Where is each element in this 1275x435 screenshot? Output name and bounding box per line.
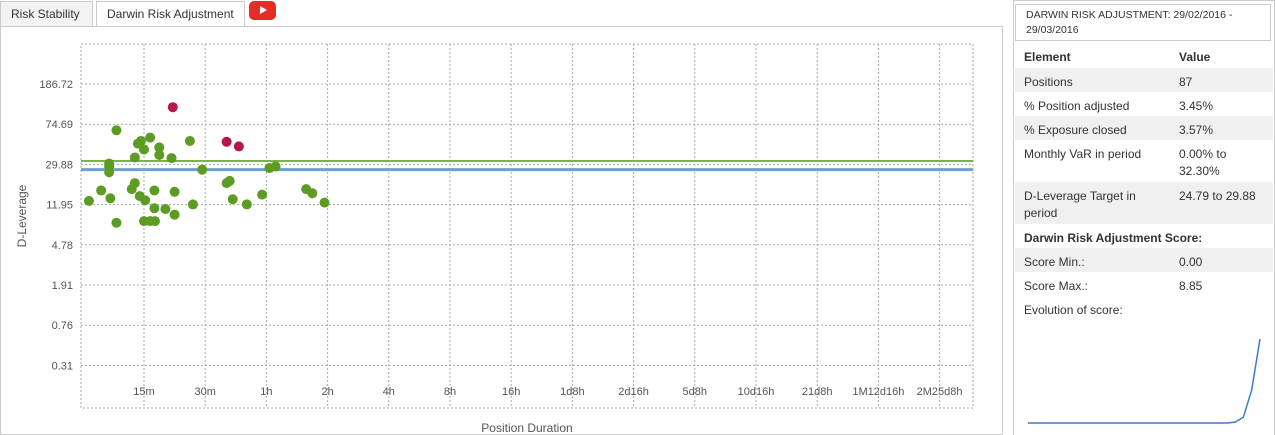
- x-tick-label: 21d8h: [802, 386, 833, 398]
- normal-point: [154, 150, 165, 161]
- evolution-row: Evolution of score:: [1015, 296, 1273, 320]
- normal-point: [257, 189, 268, 200]
- table-row: % Exposure closed 3.57%: [1015, 116, 1273, 140]
- normal-point: [227, 194, 238, 205]
- y-tick-label: 74.69: [45, 119, 73, 131]
- normal-point: [150, 216, 161, 227]
- normal-point: [187, 199, 198, 210]
- header-value: Value: [1179, 50, 1211, 64]
- chart-panel: 186.72 74.69 29.88 11.95 4.78 1.91 0.76 0.31 15m…: [0, 26, 1003, 435]
- y-tick-label: 4.78: [52, 240, 73, 252]
- y-axis-label: D-Leverage: [15, 184, 29, 247]
- score-title: Darwin Risk Adjustment Score:: [1024, 231, 1203, 245]
- x-tick-label: 15m: [133, 386, 154, 398]
- y-tick-label: 186.72: [39, 79, 73, 91]
- row-value: 0.00% to 32.30%: [1179, 147, 1227, 178]
- score-min-value: 0.00: [1179, 255, 1203, 269]
- normal-point: [105, 193, 116, 204]
- normal-point: [169, 209, 180, 220]
- score-evolution-sparkline: [1028, 338, 1261, 424]
- youtube-play-icon[interactable]: [249, 1, 276, 20]
- x-tick-label: 1M12d16h: [852, 386, 904, 398]
- tab-darwin-risk-adjustment[interactable]: Darwin Risk Adjustment: [96, 1, 245, 28]
- normal-point: [166, 153, 177, 164]
- x-tick-label: 2h: [321, 386, 333, 398]
- score-max-value: 8.85: [1179, 279, 1203, 293]
- normal-point: [149, 185, 160, 196]
- normal-point: [149, 203, 160, 214]
- normal-point: [140, 195, 151, 206]
- score-evolution-line: [1028, 338, 1261, 424]
- row-label: % Exposure closed: [1024, 123, 1127, 137]
- y-tick-label: 0.76: [52, 320, 73, 332]
- y-tick-label: 29.88: [45, 159, 73, 171]
- normal-point: [270, 161, 281, 172]
- x-tick-label: 2d16h: [618, 386, 649, 398]
- normal-point: [307, 188, 318, 199]
- row-value: 3.57%: [1179, 123, 1214, 137]
- adjusted-point: [221, 136, 232, 147]
- normal-point: [111, 125, 122, 136]
- table-row: D-Leverage Target in period 24.79 to 29.…: [1015, 182, 1273, 224]
- adjusted-point: [233, 141, 244, 152]
- normal-point: [319, 197, 330, 208]
- normal-point: [224, 175, 235, 186]
- table-row: Score Max.: 8.85: [1015, 272, 1273, 296]
- score-title-row: Darwin Risk Adjustment Score:: [1015, 224, 1273, 248]
- normal-point: [129, 178, 140, 189]
- y-tick-label: 1.91: [52, 280, 73, 292]
- normal-point: [135, 135, 146, 146]
- normal-point: [129, 152, 140, 163]
- x-tick-label: 4h: [383, 386, 395, 398]
- scatter-chart: 186.72 74.69 29.88 11.95 4.78 1.91 0.76 0.31 15m…: [15, 43, 974, 434]
- left-pane: Risk Stability Darwin Risk Adjustment 18…: [0, 0, 1003, 435]
- row-label: D-Leverage Target in period: [1024, 189, 1136, 220]
- normal-point: [104, 167, 115, 178]
- normal-point: [96, 185, 107, 196]
- x-tick-label: 10d16h: [738, 386, 775, 398]
- x-tick-label: 16h: [502, 386, 520, 398]
- y-tick-label: 0.31: [52, 360, 73, 372]
- normal-point: [139, 144, 149, 155]
- x-tick-label: 8h: [444, 386, 456, 398]
- period-title: DARWIN RISK ADJUSTMENT: 29/02/2016 - 29/…: [1015, 4, 1271, 41]
- normal-point: [83, 195, 94, 206]
- row-value: 3.45%: [1179, 99, 1214, 113]
- row-value: 87: [1179, 75, 1193, 89]
- y-tick-label: 11.95: [46, 200, 73, 212]
- normal-point: [145, 132, 156, 143]
- normal-point: [169, 186, 180, 197]
- table-row: Positions 87: [1015, 68, 1273, 92]
- table-row: Monthly VaR in period 0.00% to 32.30%: [1015, 140, 1273, 182]
- normal-point: [241, 199, 252, 210]
- score-min-label: Score Min.:: [1024, 255, 1085, 269]
- x-tick-label: 2M25d8h: [917, 386, 963, 398]
- row-label: % Position adjusted: [1024, 99, 1130, 113]
- x-tick-label: 1h: [260, 386, 272, 398]
- summary-panel: DARWIN RISK ADJUSTMENT: 29/02/2016 - 29/…: [1013, 0, 1275, 435]
- normal-point: [197, 164, 208, 175]
- plot-frame: [80, 43, 974, 409]
- tab-risk-stability[interactable]: Risk Stability: [0, 1, 93, 26]
- table-header: Element Value: [1015, 43, 1273, 67]
- tab-bar: Risk Stability Darwin Risk Adjustment: [0, 0, 1003, 28]
- x-tick-label: 1d8h: [560, 386, 584, 398]
- normal-point: [160, 204, 171, 215]
- adjusted-point: [167, 102, 178, 113]
- x-axis-label: Position Duration: [481, 421, 572, 434]
- normal-point: [111, 217, 122, 228]
- x-tick-label: 30m: [194, 386, 215, 398]
- normal-point: [104, 158, 115, 169]
- row-label: Monthly VaR in period: [1024, 147, 1142, 161]
- table-row: % Position adjusted 3.45%: [1015, 92, 1273, 116]
- row-value: 24.79 to 29.88: [1179, 189, 1256, 203]
- normal-point: [184, 135, 195, 146]
- header-element: Element: [1024, 50, 1071, 64]
- evolution-label: Evolution of score:: [1024, 303, 1123, 317]
- table-row: Score Min.: 0.00: [1015, 248, 1273, 272]
- score-max-label: Score Max.:: [1024, 279, 1089, 293]
- row-label: Positions: [1024, 75, 1073, 89]
- x-tick-label: 5d8h: [683, 386, 707, 398]
